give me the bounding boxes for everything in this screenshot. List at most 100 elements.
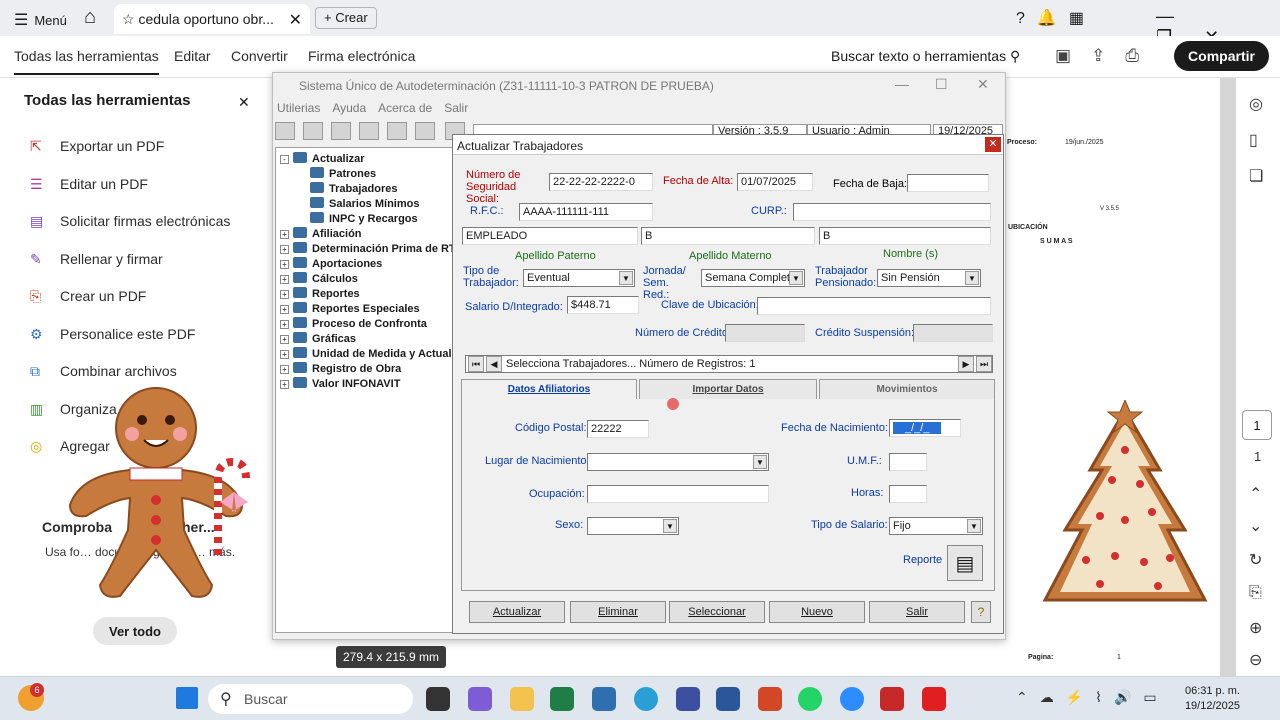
tipo-salario-select[interactable]: Fijo ▼ (889, 517, 983, 535)
bell-icon[interactable]: 🔔 (1037, 10, 1069, 27)
first-record-icon[interactable]: ⏮ (468, 356, 484, 372)
menu-salir[interactable]: Salir (444, 101, 468, 115)
tool-export-pdf[interactable]: ⇱ Exportar un PDF (30, 138, 164, 155)
nss-field[interactable]: 22-22-22-2222-0 (549, 173, 653, 191)
lugar-select[interactable]: ▼ (587, 453, 769, 471)
actualizar-button[interactable]: Actualizar (469, 601, 565, 623)
menu-ayuda[interactable]: Ayuda (332, 101, 366, 115)
tree-node[interactable]: + Aportaciones (280, 257, 382, 270)
extract-icon[interactable]: ⎘ (1249, 584, 1262, 602)
jornada-select[interactable]: Semana Completa ▼ (701, 269, 805, 287)
expand-icon[interactable]: + (280, 335, 289, 344)
tree-node[interactable]: Salarios Mínimos (310, 197, 419, 210)
tool-create-pdf[interactable]: ⎘ Crear un PDF (30, 288, 146, 305)
whatsapp-icon[interactable] (798, 687, 822, 711)
share-button[interactable]: Compartir (1174, 41, 1269, 71)
calc-tool-icon[interactable] (331, 122, 351, 140)
close-tab-icon[interactable]: ✕ (289, 10, 302, 30)
tab-all-tools[interactable]: Todas las herramientas (14, 48, 159, 75)
pensionado-select[interactable]: Sin Pensión ▼ (877, 269, 981, 287)
nombre-field[interactable]: B (819, 227, 991, 245)
save-icon[interactable]: ▣ (1055, 46, 1091, 65)
tree-node[interactable]: + Unidad de Medida y Actuali (280, 347, 454, 360)
ocupacion-field[interactable] (587, 485, 769, 503)
building-tool-icon[interactable] (303, 122, 323, 140)
tree-node[interactable]: + Cálculos (280, 272, 358, 285)
baja-field[interactable] (907, 174, 989, 192)
app-minimize-icon[interactable]: — (895, 76, 909, 92)
report-tool-icon[interactable] (415, 122, 435, 140)
tab-esign[interactable]: Firma electrónica (308, 48, 415, 64)
tab-edit[interactable]: Editar (174, 48, 211, 64)
tree-node[interactable]: + Reportes Especiales (280, 302, 420, 315)
tree-node[interactable]: INPC y Recargos (310, 212, 418, 225)
sexo-select[interactable]: ▼ (587, 517, 679, 535)
expand-icon[interactable]: + (280, 290, 289, 299)
help-icon[interactable]: ? (1016, 10, 1037, 27)
chevron-up-icon[interactable]: ⌃ (1249, 484, 1262, 504)
tree-node[interactable]: + Reportes (280, 287, 360, 300)
page-number-input[interactable]: 1 (1242, 410, 1272, 440)
windows-start-icon[interactable] (176, 687, 198, 709)
edge-icon[interactable] (634, 687, 658, 711)
tipo-trabajador-select[interactable]: Eventual ▼ (523, 269, 635, 287)
new-tab-button[interactable]: + Crear (315, 7, 377, 29)
tree-node[interactable]: + Registro de Obra (280, 362, 401, 375)
search-tools[interactable]: Buscar texto o herramientas ⚲ (831, 48, 1020, 65)
minimize-icon[interactable]: — (1156, 6, 1206, 26)
zoom-tool-icon[interactable] (275, 122, 295, 140)
expand-icon[interactable]: + (280, 365, 289, 374)
alta-field[interactable]: 01/07/2025 (737, 173, 813, 191)
menu-utilerias[interactable]: Utilerias (277, 101, 320, 115)
help-button-icon[interactable]: ? (971, 601, 991, 623)
fnac-field[interactable]: _/_/_ (889, 419, 961, 437)
horas-field[interactable] (889, 485, 927, 503)
last-record-icon[interactable]: ⏭ (976, 356, 992, 372)
tool-customize-pdf[interactable]: ⚙ Personalice este PDF (30, 326, 195, 343)
expand-icon[interactable]: + (280, 380, 289, 389)
document-tab[interactable]: ☆ cedula oportuno obr... ✕ (114, 4, 310, 34)
chevron-down-icon[interactable]: ⌄ (1249, 516, 1262, 536)
tool-request-signature[interactable]: ▤ Solicitar firmas electrónicas (30, 213, 230, 230)
taskbar-search[interactable]: ⚲ Buscar (208, 684, 413, 714)
disk-tool-icon[interactable] (359, 122, 379, 140)
copilot-icon[interactable] (468, 687, 492, 711)
salario-field[interactable]: $448.71 (567, 296, 639, 314)
next-record-icon[interactable]: ▶ (958, 356, 974, 372)
zoom-out-icon[interactable]: ⊖ (1249, 650, 1262, 670)
expand-icon[interactable]: + (280, 230, 289, 239)
tree-node[interactable]: - Actualizar (280, 152, 365, 165)
tree-node[interactable]: Trabajadores (310, 182, 397, 195)
apps-grid-icon[interactable]: ▦ (1069, 10, 1096, 27)
prev-record-icon[interactable]: ◀ (486, 356, 502, 372)
acrobat-icon[interactable] (922, 687, 946, 711)
expand-icon[interactable]: + (280, 275, 289, 284)
expand-icon[interactable]: + (280, 305, 289, 314)
tab-convert[interactable]: Convertir (231, 48, 288, 64)
bookmark-icon[interactable]: ▯ (1249, 130, 1258, 150)
expand-icon[interactable]: + (280, 245, 289, 254)
tree-node[interactable]: + Proceso de Confronta (280, 317, 427, 330)
rotate-icon[interactable]: ↻ (1249, 550, 1262, 570)
zoom-in-icon[interactable]: ⊕ (1249, 618, 1262, 638)
tab-importar-datos[interactable]: Importar Datos (639, 379, 817, 399)
app-close-icon[interactable]: ✕ (977, 76, 989, 93)
expand-icon[interactable]: + (280, 350, 289, 359)
zoom-app-icon[interactable] (840, 687, 864, 711)
rfc-field[interactable]: AAAA-111111-111 (519, 203, 653, 221)
tab-datos-afiliatorios[interactable]: Datos Afiliatorios (461, 379, 637, 399)
pages-icon[interactable]: ❏ (1249, 166, 1263, 186)
sua-app-icon[interactable] (880, 687, 904, 711)
seleccionar-button[interactable]: Seleccionar (669, 601, 765, 623)
ubicacion-field[interactable] (757, 297, 991, 315)
tree-node[interactable]: + Valor INFONAVIT (280, 377, 400, 390)
tab-movimientos[interactable]: Movimientos (819, 379, 995, 399)
tree-node[interactable]: Patrones (310, 167, 376, 180)
home-icon[interactable]: ⌂ (84, 6, 96, 29)
collapse-icon[interactable]: - (280, 155, 289, 164)
curp-field[interactable] (793, 203, 991, 221)
system-tray-icons[interactable]: ⌃☁⚡⌇🔊▭ (1016, 689, 1169, 706)
expand-icon[interactable]: + (280, 260, 289, 269)
word-icon[interactable] (716, 687, 740, 711)
nuevo-button[interactable]: Nuevo (769, 601, 865, 623)
